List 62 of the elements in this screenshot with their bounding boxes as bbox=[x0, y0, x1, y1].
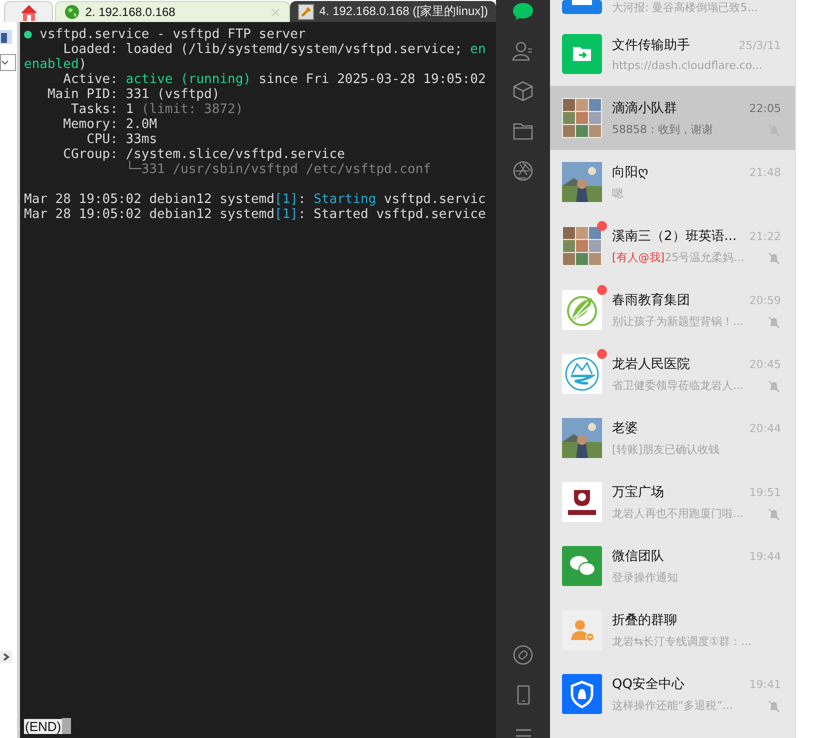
cursor bbox=[62, 718, 72, 734]
chat-name: 春雨教育集团 bbox=[612, 292, 690, 309]
contacts-icon[interactable] bbox=[512, 40, 534, 62]
message-preview: 龙岩人再也不用跑厦门啦... bbox=[612, 506, 744, 521]
terminal-line: Mar 28 19:05:02 debian12 systemd[1]: Started vsftpd.service bbox=[24, 207, 487, 222]
chat-name: 老婆 bbox=[612, 420, 638, 437]
terminal-line: CPU: 33ms bbox=[86, 132, 158, 147]
terminal-line: enabled) bbox=[24, 57, 88, 72]
message-preview: https://dash.cloudflare.co... bbox=[612, 59, 762, 72]
terminal-line: Memory: 2.0M bbox=[62, 117, 158, 132]
message-preview: 登录操作通知 bbox=[612, 570, 678, 585]
chat-name: 龙岩人民医院 bbox=[612, 356, 690, 373]
chat-item[interactable]: 折叠的群聊 龙岩⇆长汀专线调度①群：... bbox=[550, 598, 795, 662]
terminal-line: Loaded: loaded (/lib/systemd/system/vsftpd.service; en bbox=[62, 42, 487, 57]
link-icon[interactable] bbox=[512, 644, 534, 666]
terminal-line: Mar 28 19:05:02 debian12 systemd[1]: Starting vsftpd.servic bbox=[24, 192, 487, 207]
shield-icon bbox=[562, 674, 602, 714]
chat-name: QQ安全中心 bbox=[612, 676, 684, 693]
message-preview: 大河报: 曼谷高楼倒塌已致5... bbox=[612, 0, 758, 15]
home-icon bbox=[18, 3, 39, 21]
message-preview: [转账]朋友已确认收钱 bbox=[612, 442, 720, 457]
aperture-icon[interactable] bbox=[512, 160, 534, 182]
message-preview: [有人@我]25号温允柔妈... bbox=[612, 250, 744, 265]
message-preview: 嗯 bbox=[612, 186, 623, 201]
terminal-line: Active: active (running) since Fri 2025-03-28 19:05:02 bbox=[62, 72, 487, 87]
chat-name: 溪南三（2）班英语... bbox=[612, 228, 737, 245]
window-icon[interactable] bbox=[0, 30, 12, 44]
app-icon bbox=[562, 0, 602, 14]
session-tab[interactable]: 2. 192.168.0.168 bbox=[55, 1, 290, 22]
terminal-line: ● vsftpd.service - vsftpd FTP server bbox=[24, 27, 307, 42]
plaza-logo-icon bbox=[562, 482, 602, 522]
group-icon bbox=[562, 610, 602, 650]
terminal-line: CGroup: /system.slice/vsftpd.service bbox=[62, 147, 346, 162]
terminal-line: └─331 /usr/sbin/vsftpd /etc/vsftpd.conf bbox=[124, 162, 432, 177]
cube-icon[interactable] bbox=[512, 80, 534, 102]
terminal-line: Tasks: 1 (limit: 3872) bbox=[70, 102, 244, 117]
wechat-icon bbox=[562, 546, 602, 586]
chat-name: 文件传输助手 bbox=[612, 37, 690, 54]
message-preview: 这样操作还能“多退税”... bbox=[612, 698, 733, 713]
message-preview: 别让孩子为新题型背锅！... bbox=[612, 314, 744, 329]
globe-icon bbox=[64, 4, 80, 20]
chat-time: 22:05 bbox=[749, 102, 781, 114]
home-tab[interactable] bbox=[4, 1, 54, 22]
dropdown-icon[interactable] bbox=[0, 54, 16, 71]
emblem-icon bbox=[562, 354, 602, 394]
chat-name: 万宝广场 bbox=[612, 484, 664, 501]
key-icon bbox=[298, 4, 314, 20]
chat-name: 折叠的群聊 bbox=[612, 612, 677, 629]
terminal-line: Main PID: 331 (vsftpd) bbox=[46, 87, 221, 102]
leaf-logo-icon bbox=[562, 290, 602, 330]
chat-name: 滴滴小队群 bbox=[612, 100, 677, 117]
chat-name: 向阳ღ bbox=[612, 164, 648, 181]
pager-prompt: (END) bbox=[24, 718, 62, 734]
chat-icon[interactable] bbox=[512, 0, 534, 22]
chevron-icon[interactable] bbox=[0, 651, 12, 663]
message-preview: 龙岩⇆长汀专线调度①群：... bbox=[612, 634, 752, 649]
chat-name: 微信团队 bbox=[612, 548, 664, 565]
message-preview: 58858：收到，谢谢 bbox=[612, 122, 713, 137]
chat-item[interactable]: 滴滴小队群 22:05 58858：收到，谢谢 bbox=[550, 86, 795, 150]
folder-icon bbox=[562, 34, 602, 74]
message-preview: 省卫健委领导莅临龙岩人... bbox=[612, 378, 744, 393]
session-tab[interactable]: 4. 192.168.0.168 ([家里的linux]) bbox=[290, 1, 496, 22]
